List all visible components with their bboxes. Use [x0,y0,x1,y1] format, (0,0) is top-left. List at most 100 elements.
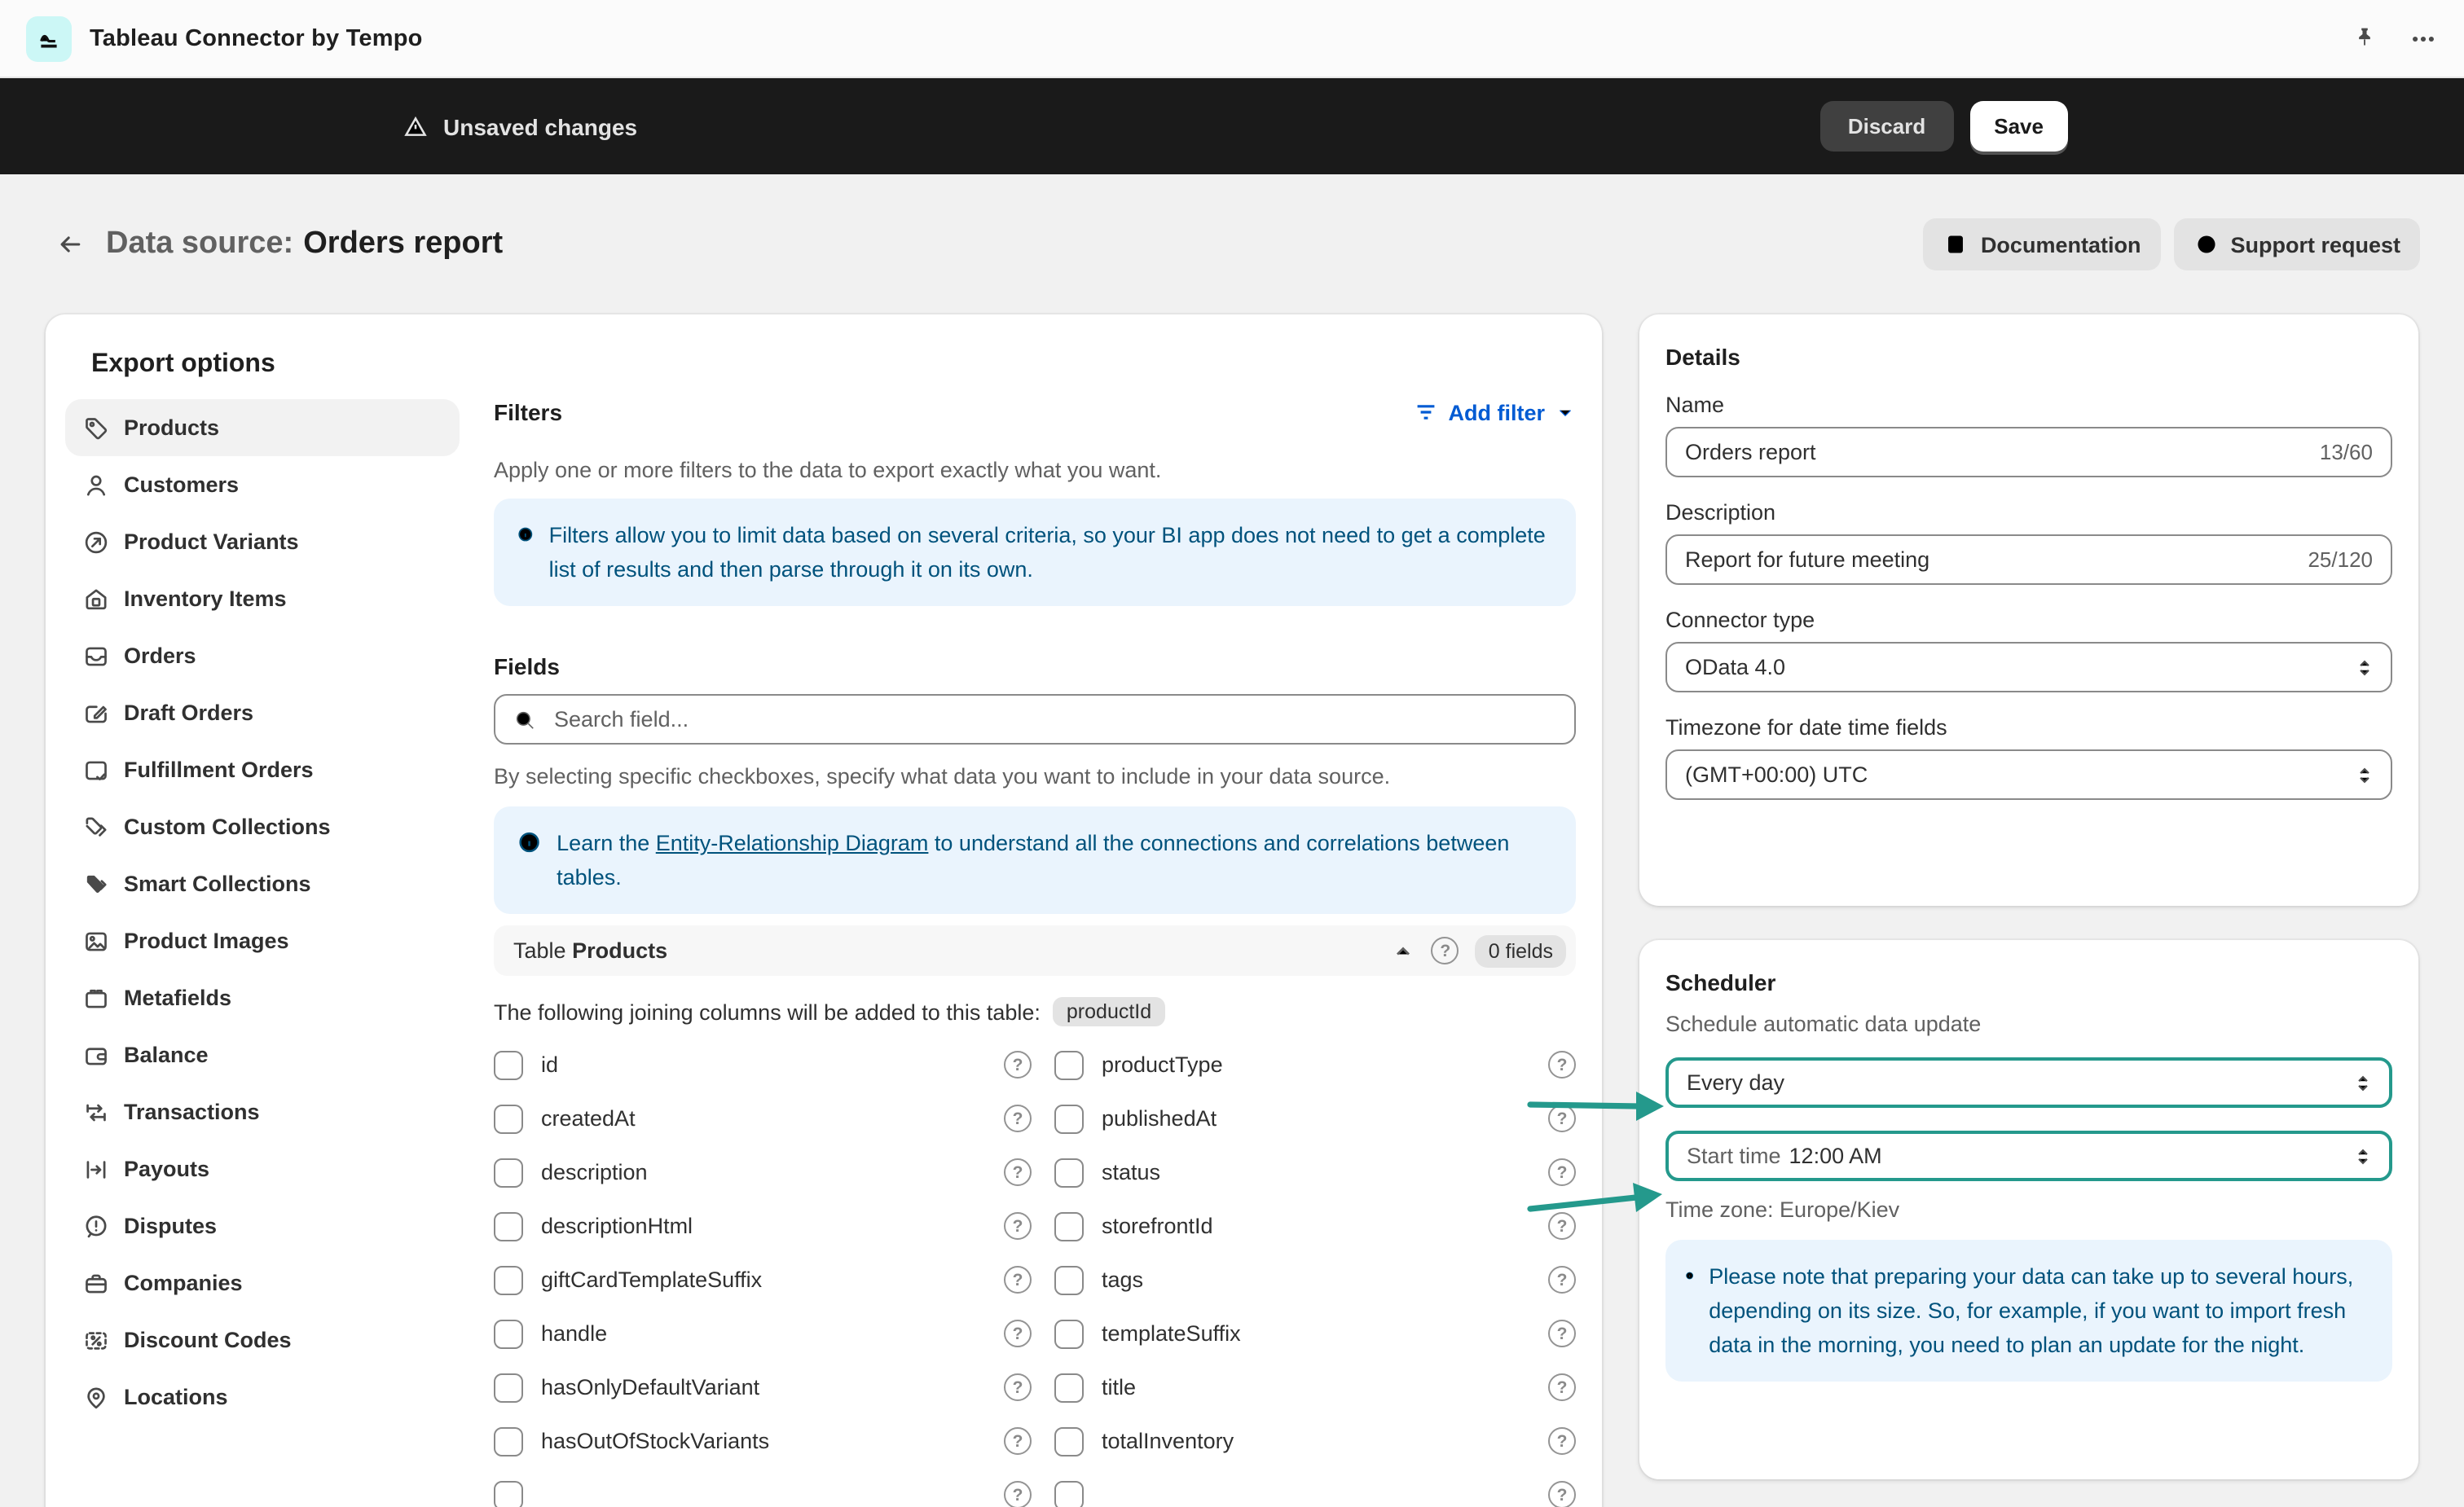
save-button[interactable]: Save [1969,101,2068,152]
sidebar-item-disputes[interactable]: Disputes [65,1197,460,1254]
field-help-icon[interactable]: ? [1004,1051,1032,1079]
field-help-icon[interactable]: ? [1548,1320,1576,1347]
scheduler-card: Scheduler Schedule automatic data update… [1639,940,2418,1479]
smart-tag-icon [81,869,111,898]
image-icon [81,926,111,956]
field-help-icon[interactable]: ? [1004,1158,1032,1186]
field-row: hasOutOfStockVariants? totalInventory? [494,1414,1576,1468]
documentation-button[interactable]: Documentation [1924,218,2161,270]
export-options-card: Export options Products Customers Produc… [46,314,1602,1507]
field-help-icon[interactable]: ? [1004,1266,1032,1294]
location-pin-icon [81,1382,111,1412]
sidebar-item-product-images[interactable]: Product Images [65,912,460,969]
table-help-icon[interactable]: ? [1432,937,1459,964]
sidebar-item-metafields[interactable]: Metafields [65,969,460,1026]
add-filter-button[interactable]: Add filter [1413,399,1577,425]
field-help-icon[interactable]: ? [1004,1212,1032,1240]
field-help-icon[interactable]: ? [1548,1427,1576,1455]
unsaved-changes-label: Unsaved changes [443,113,637,139]
discount-icon [81,1325,111,1355]
field-help-icon[interactable]: ? [1004,1320,1032,1347]
field-row: ? ? [494,1468,1576,1507]
description-input[interactable]: Report for future meeting 25/120 [1665,534,2392,585]
wallet-icon [81,1040,111,1070]
back-arrow-icon[interactable] [55,230,85,259]
details-card: Details Name Orders report 13/60 Descrip… [1639,314,2418,906]
field-search-input[interactable] [551,705,1558,733]
box-check-icon [81,755,111,784]
checkbox-storefrontId[interactable] [1054,1211,1084,1241]
checkbox-createdAt[interactable] [494,1104,523,1133]
field-help-icon[interactable]: ? [1548,1105,1576,1132]
field-help-icon[interactable]: ? [1548,1266,1576,1294]
more-menu-icon[interactable] [2409,24,2438,53]
info-icon [517,829,542,855]
checkbox-next-field[interactable] [494,1480,523,1507]
sidebar-item-custom-collections[interactable]: Custom Collections [65,798,460,855]
checkbox-hasOnlyDefaultVariant[interactable] [494,1373,523,1402]
sidebar-item-balance[interactable]: Balance [65,1026,460,1083]
er-diagram-link[interactable]: Entity-Relationship Diagram [656,831,929,855]
sidebar-item-discount-codes[interactable]: Discount Codes [65,1311,460,1369]
sidebar-item-product-variants[interactable]: Product Variants [65,513,460,570]
update-frequency-select[interactable]: Every day [1665,1057,2392,1108]
sidebar-item-customers[interactable]: Customers [65,456,460,513]
field-help-icon[interactable]: ? [1548,1212,1576,1240]
checkbox-description[interactable] [494,1158,523,1187]
field-help-icon[interactable]: ? [1548,1373,1576,1401]
connector-type-select[interactable]: OData 4.0 [1665,642,2392,692]
scheduler-heading: Scheduler [1665,969,2392,995]
page-title-name: Orders report [303,226,503,261]
sidebar-item-payouts[interactable]: Payouts [65,1140,460,1197]
field-help-icon[interactable]: ? [1004,1481,1032,1507]
pin-icon[interactable] [2350,24,2379,53]
sidebar-item-orders[interactable]: Orders [65,627,460,684]
checkbox-productType[interactable] [1054,1050,1084,1079]
discard-button[interactable]: Discard [1820,101,1953,152]
topbar: Tableau Connector by Tempo [0,0,2464,78]
checkbox-templateSuffix[interactable] [1054,1319,1084,1348]
export-entity-nav: Products Customers Product Variants Inve… [65,399,460,1507]
field-help-icon[interactable]: ? [1548,1481,1576,1507]
checkbox-tags[interactable] [1054,1265,1084,1294]
checkbox-giftCardTemplateSuffix[interactable] [494,1265,523,1294]
checkbox-hasOutOfStockVariants[interactable] [494,1426,523,1456]
inbox-icon [81,641,111,670]
sidebar-item-locations[interactable]: Locations [65,1369,460,1426]
collapse-table-icon[interactable] [1393,939,1415,962]
name-input[interactable]: Orders report 13/60 [1665,427,2392,477]
alert-bubble-icon [81,1211,111,1241]
field-help-icon[interactable]: ? [1004,1105,1032,1132]
field-row: description? status? [494,1145,1576,1199]
checkbox-totalInventory[interactable] [1054,1426,1084,1456]
person-icon [81,470,111,499]
timezone-select[interactable]: (GMT+00:00) UTC [1665,749,2392,800]
support-request-button[interactable]: Support request [2173,218,2420,270]
field-row: giftCardTemplateSuffix? tags? [494,1253,1576,1307]
field-help-icon[interactable]: ? [1548,1051,1576,1079]
fields-heading: Fields [494,653,1576,679]
export-config-panel: Filters Add filter Apply one or more fil… [494,399,1576,1507]
sidebar-item-inventory-items[interactable]: Inventory Items [65,570,460,627]
help-circle-icon [2193,231,2219,257]
table-products-header: Table Products ? 0 fields [494,925,1576,976]
updown-stepper-icon [2352,1071,2374,1094]
sidebar-item-companies[interactable]: Companies [65,1254,460,1311]
checkbox-status[interactable] [1054,1158,1084,1187]
updown-stepper-icon [2353,763,2376,786]
checkbox-next-field[interactable] [1054,1480,1084,1507]
start-time-select[interactable]: Start time 12:00 AM [1665,1131,2392,1181]
checkbox-publishedAt[interactable] [1054,1104,1084,1133]
checkbox-descriptionHtml[interactable] [494,1211,523,1241]
field-help-icon[interactable]: ? [1548,1158,1576,1186]
sidebar-item-products[interactable]: Products [65,399,460,456]
sidebar-item-smart-collections[interactable]: Smart Collections [65,855,460,912]
sidebar-item-transactions[interactable]: Transactions [65,1083,460,1140]
sidebar-item-draft-orders[interactable]: Draft Orders [65,684,460,741]
checkbox-handle[interactable] [494,1319,523,1348]
checkbox-id[interactable] [494,1050,523,1079]
field-help-icon[interactable]: ? [1004,1427,1032,1455]
sidebar-item-fulfillment-orders[interactable]: Fulfillment Orders [65,741,460,798]
checkbox-title[interactable] [1054,1373,1084,1402]
field-help-icon[interactable]: ? [1004,1373,1032,1401]
